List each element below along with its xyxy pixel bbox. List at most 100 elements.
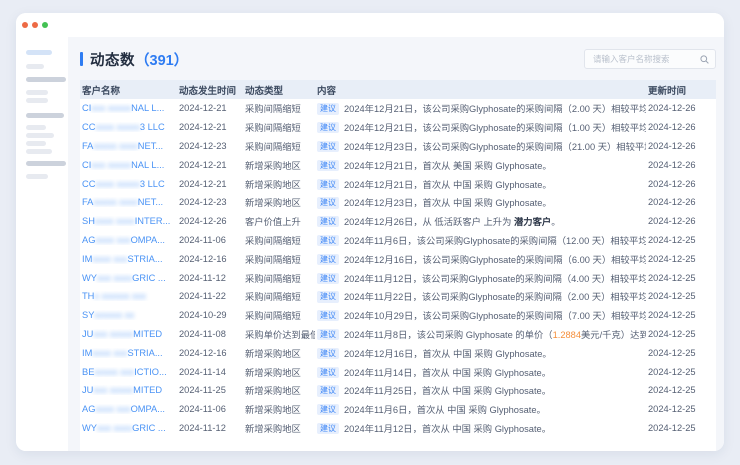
customer-name-link[interactable]: CIxxx xxxxxNAL L... xyxy=(80,103,177,113)
suggestion-badge: 建议 xyxy=(317,216,339,227)
table-row[interactable]: AGxxxx xxxOMPA... 2024-11-06 新增采购地区 建议20… xyxy=(80,400,716,419)
customer-name-suffix: INTER... xyxy=(135,216,171,226)
customer-name-prefix: AG xyxy=(82,235,95,245)
sidebar-item-masked[interactable] xyxy=(26,64,44,69)
event-date-cell: 2024-11-25 xyxy=(177,385,243,395)
content-cell: 建议2024年12月21日，该公司采购Glyphosate的采购间隔（2.00 … xyxy=(315,101,646,115)
customer-name-link[interactable]: SHxxxx xxxxINTER... xyxy=(80,216,177,226)
search-input[interactable] xyxy=(591,53,700,65)
col-header-content: 内容 xyxy=(315,83,646,97)
customer-name-link[interactable]: WYxxx xxxxGRIC ... xyxy=(80,423,177,433)
sidebar-item-masked[interactable] xyxy=(26,50,52,55)
customer-name-link[interactable]: CCxxxx xxxxx3 LLC xyxy=(80,179,177,189)
table-row[interactable]: IMxxxx xxxSTRIA... 2024-12-16 采购间隔缩短 建议2… xyxy=(80,249,716,268)
update-date-cell: 2024-12-25 xyxy=(646,254,716,264)
customer-name-link[interactable]: CIxxx xxxxxNAL L... xyxy=(80,160,177,170)
suggestion-badge: 建议 xyxy=(317,179,339,190)
table-row[interactable]: BExxxxx xxxICTIO... 2024-11-14 新增采购地区 建议… xyxy=(80,362,716,381)
event-date-cell: 2024-12-26 xyxy=(177,216,243,226)
customer-name-link[interactable]: FAxxxxx xxxxNET... xyxy=(80,197,177,207)
update-date-cell: 2024-12-26 xyxy=(646,197,716,207)
search-icon[interactable] xyxy=(700,55,709,64)
customer-name-link[interactable]: JUxxx xxxxxMITED xyxy=(80,385,177,395)
content-cell: 建议2024年11月6日，该公司采购Glyphosate的采购间隔（12.00 … xyxy=(315,233,646,247)
content-text: 2024年12月21日，该公司采购Glyphosate的采购间隔（1.00 天）… xyxy=(344,123,646,133)
customer-name-link[interactable]: JUxxx xxxxxMITED xyxy=(80,329,177,339)
event-date-cell: 2024-12-21 xyxy=(177,103,243,113)
customer-name-prefix: AG xyxy=(82,404,95,414)
table-row[interactable]: JUxxx xxxxxMITED 2024-11-25 新增采购地区 建议202… xyxy=(80,381,716,400)
table-row[interactable]: WYxxx xxxxGRIC ... 2024-11-12 新增采购地区 建议2… xyxy=(80,419,716,438)
customer-name-link[interactable]: CCxxxx xxxxx3 LLC xyxy=(80,122,177,132)
customer-name-prefix: CI xyxy=(82,103,91,113)
customer-name-link[interactable]: IMxxxx xxxSTRIA... xyxy=(80,348,177,358)
content-cell: 建议2024年12月16日，首次从 中国 采购 Glyphosate。 xyxy=(315,346,646,360)
customer-search-box[interactable] xyxy=(584,49,716,69)
record-count: （391） xyxy=(135,49,188,70)
table-row[interactable]: SHxxxx xxxxINTER... 2024-12-26 客户价值上升 建议… xyxy=(80,212,716,231)
sidebar-item-masked[interactable] xyxy=(26,90,48,95)
table-row[interactable]: CIxxx xxxxxNAL L... 2024-12-21 新增采购地区 建议… xyxy=(80,155,716,174)
table-row[interactable]: CCxxxx xxxxx3 LLC 2024-12-21 新增采购地区 建议20… xyxy=(80,174,716,193)
table-row[interactable]: WYxxx xxxxGRIC ... 2024-11-12 采购间隔缩短 建议2… xyxy=(80,268,716,287)
content-text: 2024年12月21日，首次从 中国 采购 Glyphosate。 xyxy=(344,180,552,190)
event-date-cell: 2024-12-21 xyxy=(177,122,243,132)
customer-name-link[interactable]: THx xxxxxx xxx xyxy=(80,291,177,301)
customer-name-masked: xxxxx xxxx xyxy=(93,141,137,151)
window-control-dot-2[interactable] xyxy=(32,22,38,28)
event-type-cell: 新增采购地区 xyxy=(243,177,315,191)
event-date-cell: 2024-11-12 xyxy=(177,423,243,433)
sidebar-item-masked[interactable] xyxy=(26,125,46,130)
sidebar-item-masked[interactable] xyxy=(26,149,52,154)
table-row[interactable]: THx xxxxxx xxx 2024-11-22 采购间隔缩短 建议2024年… xyxy=(80,287,716,306)
sidebar-item-masked[interactable] xyxy=(26,141,46,146)
table-row[interactable]: AGxxxx xxxOMPA... 2024-11-06 采购间隔缩短 建议20… xyxy=(80,231,716,250)
content-text: 2024年11月8日，该公司采购 Glyphosate 的单价（1.2884美元… xyxy=(344,330,646,340)
sidebar-item-masked[interactable] xyxy=(26,77,66,82)
content-cell: 建议 2024年12月23日，该公司采购Glyphosate的采购间隔（21.00… xyxy=(315,139,646,153)
table-body: CIxxx xxxxxNAL L... 2024-12-21 采购间隔缩短 建议… xyxy=(80,99,716,451)
customer-name-link[interactable]: SYxxxxxx xx xyxy=(80,310,177,320)
customer-name-link[interactable]: IMxxxx xxxSTRIA... xyxy=(80,254,177,264)
customer-name-masked: xxxx xxx xyxy=(92,254,127,264)
sidebar-item-masked[interactable] xyxy=(26,161,66,166)
customer-name-link[interactable]: FAxxxxx xxxxNET... xyxy=(80,141,177,151)
table-row[interactable]: SYxxxxxx xx 2024-10-29 采购间隔缩短 建议2024年10月… xyxy=(80,306,716,325)
customer-name-link[interactable]: AGxxxx xxxOMPA... xyxy=(80,404,177,414)
sidebar-item-masked[interactable] xyxy=(26,113,64,118)
table-row[interactable]: CIxxx xxxxxNAL L... 2024-12-21 采购间隔缩短 建议… xyxy=(80,99,716,118)
update-date-cell: 2024-12-26 xyxy=(646,216,716,226)
window-control-dot-1[interactable] xyxy=(22,22,28,28)
customer-name-suffix: ICTIO... xyxy=(134,367,167,377)
sidebar-item-masked[interactable] xyxy=(26,174,48,179)
event-date-cell: 2024-11-06 xyxy=(177,235,243,245)
update-date-cell: 2024-12-25 xyxy=(646,423,716,433)
table-row[interactable]: FAxxxxx xxxxNET... 2024-12-23 采购间隔缩短 建议2… xyxy=(80,137,716,156)
table-row[interactable]: FAxxxxx xxxxNET... 2024-12-23 新增采购地区 建议2… xyxy=(80,193,716,212)
customer-name-link[interactable]: BExxxxx xxxICTIO... xyxy=(80,367,177,377)
update-date-cell: 2024-12-26 xyxy=(646,160,716,170)
customer-name-link[interactable]: WYxxx xxxxGRIC ... xyxy=(80,273,177,283)
content-text: 2024年12月23日，该公司采购Glyphosate的采购间隔（21.00 天… xyxy=(344,142,646,152)
content-cell: 建议2024年11月25日，首次从 中国 采购 Glyphosate。 xyxy=(315,383,646,397)
customer-name-suffix: NAL L... xyxy=(131,160,164,170)
customer-name-link[interactable]: AGxxxx xxxOMPA... xyxy=(80,235,177,245)
sidebar-item-masked[interactable] xyxy=(26,133,54,138)
event-date-cell: 2024-11-12 xyxy=(177,273,243,283)
suggestion-badge: 建议 xyxy=(317,141,339,152)
window-control-dot-3[interactable] xyxy=(42,22,48,28)
event-type-cell: 新增采购地区 xyxy=(243,158,315,172)
table-row[interactable]: CCxxxx xxxxx3 LLC 2024-12-21 采购间隔缩短 建议20… xyxy=(80,118,716,137)
update-date-cell: 2024-12-25 xyxy=(646,310,716,320)
sidebar-item-masked[interactable] xyxy=(26,98,48,103)
suggestion-badge: 建议 xyxy=(317,404,339,415)
customer-name-masked: xxxx xxxxx xyxy=(95,122,139,132)
table-row[interactable]: IMxxxx xxxSTRIA... 2024-12-16 新增采购地区 建议2… xyxy=(80,343,716,362)
customer-name-masked: x xxxxxx xxx xyxy=(94,291,146,301)
update-date-cell: 2024-12-26 xyxy=(646,179,716,189)
event-date-cell: 2024-12-16 xyxy=(177,254,243,264)
customer-name-masked: xxx xxxxx xyxy=(93,329,133,339)
customer-name-prefix: IM xyxy=(82,254,92,264)
content-cell: 建议2024年12月16日，该公司采购Glyphosate的采购间隔（6.00 … xyxy=(315,252,646,266)
table-row[interactable]: JUxxx xxxxxMITED 2024-11-08 采购单价达到最低值 建议… xyxy=(80,325,716,344)
